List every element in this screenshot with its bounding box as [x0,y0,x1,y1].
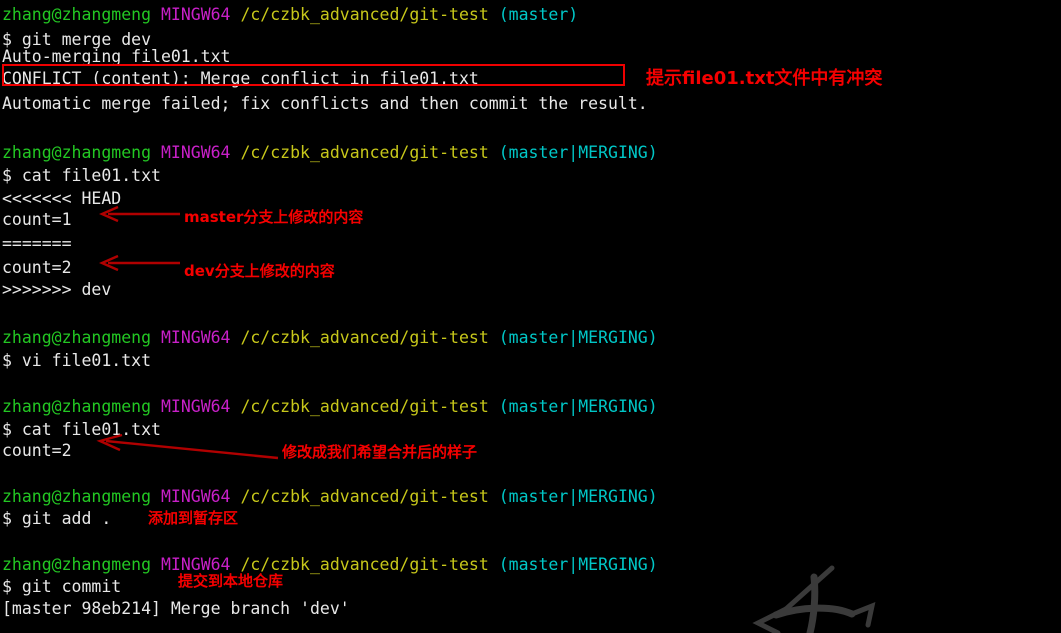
command-vi-file01: $ vi file01.txt [2,351,152,370]
prompt-line: zhang@zhangmeng MINGW64 /c/czbk_advanced… [2,325,658,350]
annotation-commit-to-repo: 提交到本地仓库 [178,572,284,590]
output-auto-merge-failed: Automatic merge failed; fix conflicts an… [2,94,648,113]
command-cat-file01: $ cat file01.txt [2,166,161,185]
prompt-user-host: zhang@zhangmeng [2,397,152,416]
prompt-branch: (master|MERGING) [498,487,658,506]
annotation-dev-branch: dev分支上修改的内容 [184,262,335,280]
prompt-user-host: zhang@zhangmeng [2,328,152,347]
prompt-line: zhang@zhangmeng MINGW64 /c/czbk_advanced… [2,2,578,27]
prompt-branch: (master|MERGING) [498,555,658,574]
annotation-desired-merge: 修改成我们希望合并后的样子 [282,443,478,461]
annotation-conflict-file: 提示file01.txt文件中有冲突 [646,68,883,89]
output-count-1: count=1 [2,210,72,229]
prompt-branch: (master|MERGING) [498,328,658,347]
prompt-shell: MINGW64 [160,397,231,416]
prompt-user-host: zhang@zhangmeng [2,143,152,162]
prompt-shell: MINGW64 [160,328,231,347]
output-conflict: CONFLICT (content): Merge conflict in fi… [2,69,479,88]
annotation-master-branch: master分支上修改的内容 [184,208,364,226]
prompt-path: /c/czbk_advanced/git-test [240,397,489,416]
prompt-shell: MINGW64 [160,5,231,24]
output-dev-marker: >>>>>>> dev [2,280,112,299]
prompt-branch: (master|MERGING) [498,397,658,416]
watermark-brush-character-icon [752,565,876,633]
prompt-user-host: zhang@zhangmeng [2,5,152,24]
prompt-path: /c/czbk_advanced/git-test [240,487,489,506]
prompt-path: /c/czbk_advanced/git-test [240,143,489,162]
prompt-path: /c/czbk_advanced/git-test [240,328,489,347]
prompt-branch: (master) [498,5,579,24]
command-git-add: $ git add . [2,509,112,528]
prompt-user-host: zhang@zhangmeng [2,487,152,506]
prompt-line: zhang@zhangmeng MINGW64 /c/czbk_advanced… [2,140,658,165]
output-separator-marker: ======= [2,234,72,253]
output-count-2-merged: count=2 [2,441,72,460]
prompt-line: zhang@zhangmeng MINGW64 /c/czbk_advanced… [2,394,658,419]
annotation-add-to-stage: 添加到暂存区 [148,509,239,527]
prompt-path: /c/czbk_advanced/git-test [240,5,489,24]
prompt-shell: MINGW64 [160,143,231,162]
prompt-branch: (master|MERGING) [498,143,658,162]
prompt-user-host: zhang@zhangmeng [2,555,152,574]
terminal-window[interactable]: zhang@zhangmeng MINGW64 /c/czbk_advanced… [0,0,1061,633]
arrow-to-count-2-icon [99,254,180,272]
output-commit-result: [master 98eb214] Merge branch 'dev' [2,599,350,618]
prompt-shell: MINGW64 [160,487,231,506]
